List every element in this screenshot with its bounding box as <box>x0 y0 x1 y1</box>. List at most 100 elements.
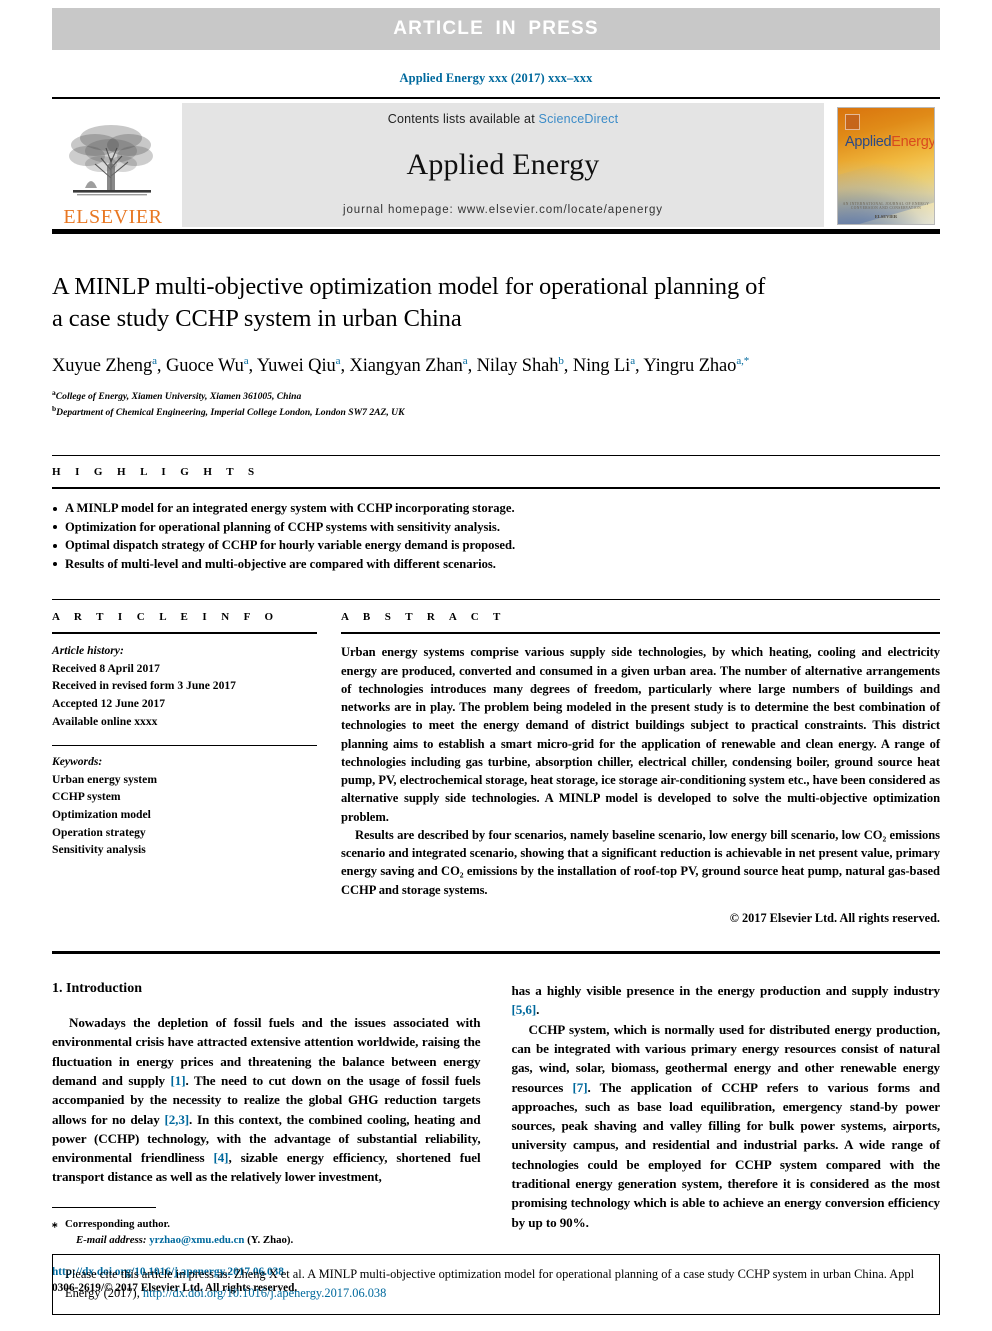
citation-ref[interactable]: [1] <box>171 1073 186 1088</box>
author-name: Xuyue Zheng <box>52 355 153 376</box>
author-name: Guoce Wu <box>165 355 244 376</box>
footnote-block: ⁎ Corresponding author. E-mail address: y… <box>52 1206 481 1248</box>
keywords-block: Keywords: Urban energy system CCHP syste… <box>52 745 317 858</box>
cover-title-energy: Energy <box>891 134 935 150</box>
email-owner: (Y. Zhao). <box>247 1233 294 1246</box>
author-separator: , <box>156 355 166 376</box>
affiliation-item: aCollege of Energy, Xiamen University, X… <box>52 388 940 404</box>
paper-title-line1: A MINLP multi-objective optimization mod… <box>52 273 766 300</box>
article-info-column: A R T I C L E I N F O Article history: R… <box>52 611 317 926</box>
highlight-item: A MINLP model for an integrated energy s… <box>52 499 940 518</box>
affiliation-text: College of Energy, Xiamen University, Xi… <box>55 391 302 403</box>
footnote-divider <box>52 1206 156 1208</box>
keyword-item: Sensitivity analysis <box>52 843 146 857</box>
affiliation-text: Department of Chemical Engineering, Impe… <box>56 406 405 418</box>
author-entry[interactable]: Xiangyan Zhana <box>349 355 468 376</box>
article-history-label: Article history: <box>52 644 124 658</box>
abstract-paragraph: Results are described by four scenarios,… <box>341 827 940 897</box>
keyword-item: Urban energy system <box>52 772 157 786</box>
article-history-line: Received in revised form 3 June 2017 <box>52 679 236 693</box>
author-separator: , <box>467 355 477 376</box>
article-page: ARTICLE IN PRESS Applied Energy xxx (201… <box>0 8 992 1331</box>
article-history-line: Available online xxxx <box>52 714 158 728</box>
citation-ref[interactable]: [2,3] <box>164 1112 189 1127</box>
title-block: A MINLP multi-objective optimization mod… <box>52 271 940 419</box>
author-entry[interactable]: Guoce Wua <box>165 355 249 376</box>
keyword-item: Optimization model <box>52 807 151 821</box>
citation-ref[interactable]: [7] <box>573 1080 588 1095</box>
body-text-fragment: . The application of CCHP refers to vari… <box>511 1079 941 1230</box>
section-heading-introduction: 1. Introduction <box>52 980 142 996</box>
abstract-heading: A B S T R A C T <box>341 611 504 624</box>
highlight-item: Optimal dispatch strategy of CCHP for ho… <box>52 536 940 555</box>
author-entry[interactable]: Ning Lia <box>572 355 635 376</box>
keyword-item: CCHP system <box>52 790 121 804</box>
cover-badge-icon <box>845 114 860 130</box>
article-history-line: Accepted 12 June 2017 <box>52 697 166 711</box>
highlight-item: Results of multi-level and multi-objecti… <box>52 555 940 574</box>
body-column-left: 1. Introduction Nowadays the depletion o… <box>52 981 481 1296</box>
email-link[interactable]: yrzhao@xmu.edu.cn <box>149 1234 244 1246</box>
paper-title-line2: a case study CCHP system in urban China <box>52 304 462 332</box>
cover-title-applied: Applied <box>845 134 892 150</box>
page-title: A MINLP multi-objective optimization mod… <box>52 271 940 335</box>
elsevier-logo: ELSEVIER <box>52 103 174 229</box>
cover-publisher-mark: ELSEVIER <box>874 214 898 219</box>
body-text-fragment: . <box>536 1002 540 1018</box>
citation-ref[interactable]: [5,6] <box>512 1002 537 1017</box>
author-entry[interactable]: Nilay Shahb <box>476 355 564 376</box>
sciencedirect-link[interactable]: ScienceDirect <box>539 112 619 126</box>
article-in-press-label: ARTICLE IN PRESS <box>393 18 599 39</box>
corresponding-author-note: ⁎ Corresponding author. <box>52 1216 481 1232</box>
article-info-heading: A R T I C L E I N F O <box>52 611 277 624</box>
affiliation-item: bDepartment of Chemical Engineering, Imp… <box>52 404 940 420</box>
keywords-label: Keywords: <box>52 755 103 769</box>
highlight-item: Optimization for operational planning of… <box>52 518 940 537</box>
journal-homepage-line[interactable]: journal homepage: www.elsevier.com/locat… <box>343 204 663 216</box>
body-paragraph: CCHP system, which is normally used for … <box>512 1020 941 1232</box>
author-entry[interactable]: Yuwei Qiua <box>256 355 341 376</box>
abstract-body: Urban energy systems comprise various su… <box>341 632 940 926</box>
contents-lists-line: Contents lists available at ScienceDirec… <box>388 112 619 126</box>
citation-doi-link[interactable]: http://dx.doi.org/10.1016/j.apenergy.201… <box>143 1286 386 1300</box>
author-name: Ning Li <box>572 355 631 376</box>
author-name: Yuwei Qiu <box>256 355 336 376</box>
article-in-press-banner: ARTICLE IN PRESS <box>52 8 940 50</box>
journal-masthead: ELSEVIER Contents lists available at Sci… <box>52 97 940 234</box>
journal-cover-thumbnail: AppliedEnergy AN INTERNATIONAL JOURNAL O… <box>832 103 940 229</box>
masthead-center-panel: Contents lists available at ScienceDirec… <box>182 103 824 227</box>
body-paragraph: Nowadays the depletion of fossil fuels a… <box>52 1013 481 1187</box>
body-paragraph: has a highly visible presence in the ene… <box>512 981 941 1020</box>
journal-running-head: Applied Energy xxx (2017) xxx–xxx <box>399 71 593 85</box>
citation-footer-box: Please cite this article in press as: Zh… <box>52 1253 940 1315</box>
keyword-item: Operation strategy <box>52 825 146 839</box>
email-note: E-mail address: yrzhao@xmu.edu.cn (Y. Zh… <box>52 1232 481 1248</box>
article-history-line: Received 8 April 2017 <box>52 661 160 675</box>
info-abstract-section: A R T I C L E I N F O Article history: R… <box>52 599 940 926</box>
abstract-body-divider <box>52 950 940 954</box>
asterisk-icon: ⁎ <box>52 1217 58 1230</box>
article-history-block: Article history: Received 8 April 2017 R… <box>52 632 317 730</box>
author-name: Xiangyan Zhan <box>349 355 463 376</box>
highlights-list: A MINLP model for an integrated energy s… <box>52 487 940 573</box>
email-label: E-mail address: <box>76 1233 147 1246</box>
citation-text: Please cite this article in press as: Zh… <box>65 1265 927 1303</box>
abstract-paragraph: Urban energy systems comprise various su… <box>341 645 940 824</box>
author-name: Yingru Zhao <box>643 355 737 376</box>
body-column-right: has a highly visible presence in the ene… <box>512 981 941 1296</box>
author-separator: , <box>248 355 257 376</box>
cover-artwork: AppliedEnergy AN INTERNATIONAL JOURNAL O… <box>837 107 935 225</box>
author-entry[interactable]: Yingru Zhaoa,* <box>643 354 750 376</box>
author-list: Xuyue Zhenga, Guoce Wua, Yuwei Qiua, Xia… <box>52 354 940 378</box>
contents-prefix: Contents lists available at <box>387 112 539 126</box>
author-name: Nilay Shah <box>476 355 559 376</box>
citation-ref[interactable]: [4] <box>213 1150 228 1165</box>
author-separator: , <box>563 355 573 376</box>
cover-subtitle: AN INTERNATIONAL JOURNAL OF ENERGY CONVE… <box>842 202 930 210</box>
body-columns: 1. Introduction Nowadays the depletion o… <box>52 981 940 1296</box>
elsevier-tree-icon <box>69 125 153 196</box>
cover-title: AppliedEnergy <box>845 134 934 150</box>
author-affiliation-marker: a,* <box>736 354 750 367</box>
journal-title: Applied Energy <box>406 148 600 181</box>
author-entry[interactable]: Xuyue Zhenga <box>52 355 157 376</box>
